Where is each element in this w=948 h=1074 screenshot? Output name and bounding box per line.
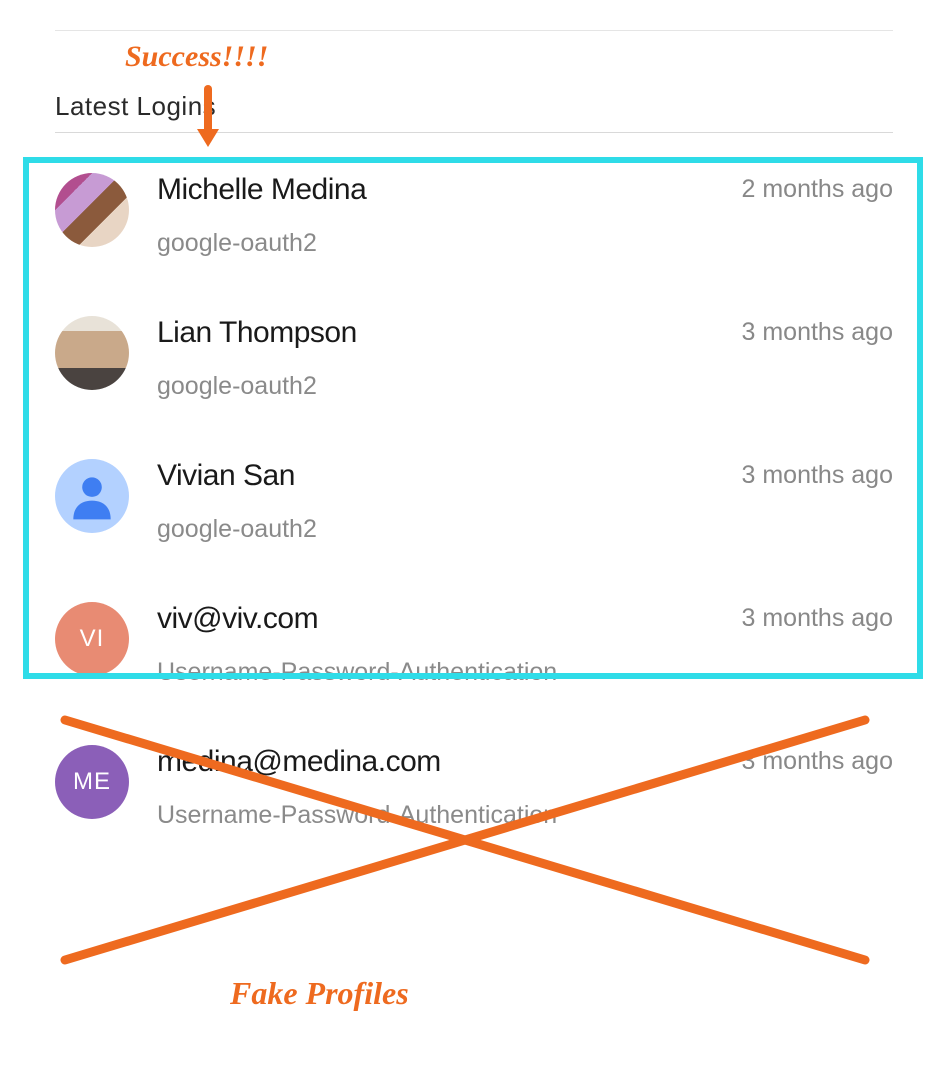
login-time: 3 months ago: [742, 745, 894, 776]
login-provider: Username-Password-Authentication: [157, 801, 893, 830]
login-name: medina@medina.com: [157, 745, 441, 779]
avatar: [55, 316, 129, 390]
login-time: 3 months ago: [742, 602, 894, 633]
login-name: Lian Thompson: [157, 316, 357, 350]
login-time: 3 months ago: [742, 316, 894, 347]
login-item[interactable]: Vivian San 3 months ago google-oauth2: [55, 429, 893, 572]
login-provider: google-oauth2: [157, 229, 893, 258]
avatar: ME: [55, 745, 129, 819]
login-item[interactable]: ME medina@medina.com 3 months ago Userna…: [55, 715, 893, 858]
avatar: [55, 459, 129, 533]
login-name: viv@viv.com: [157, 602, 318, 636]
user-icon: [64, 468, 120, 524]
section-title: Latest Logins: [55, 91, 893, 122]
avatar-initials: ME: [73, 768, 111, 796]
avatar: [55, 173, 129, 247]
avatar: VI: [55, 602, 129, 676]
annotation-fake: Fake Profiles: [230, 975, 409, 1012]
login-time: 2 months ago: [742, 173, 894, 204]
login-item[interactable]: VI viv@viv.com 3 months ago Username-Pas…: [55, 572, 893, 715]
avatar-initials: VI: [80, 625, 105, 653]
top-divider: [55, 30, 893, 31]
login-name: Michelle Medina: [157, 173, 366, 207]
login-provider: Username-Password-Authentication: [157, 658, 893, 687]
login-item[interactable]: Lian Thompson 3 months ago google-oauth2: [55, 286, 893, 429]
login-list: Michelle Medina 2 months ago google-oaut…: [55, 143, 893, 858]
login-name: Vivian San: [157, 459, 295, 493]
login-time: 3 months ago: [742, 459, 894, 490]
section-title-divider: [55, 132, 893, 133]
login-provider: google-oauth2: [157, 515, 893, 544]
login-provider: google-oauth2: [157, 372, 893, 401]
login-item[interactable]: Michelle Medina 2 months ago google-oaut…: [55, 143, 893, 286]
